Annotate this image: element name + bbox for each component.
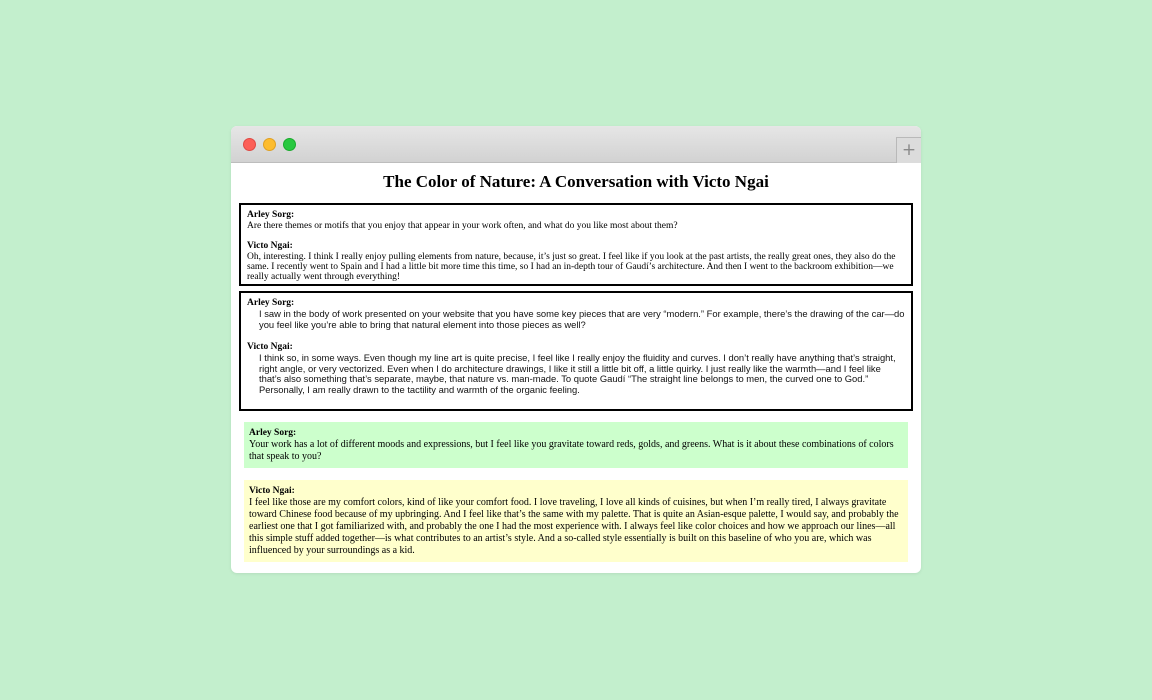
interview-block-sans: Arley Sorg: I saw in the body of work pr…	[239, 291, 913, 411]
answer-panel: Victo Ngai: I feel like those are my com…	[244, 480, 908, 562]
page-title: The Color of Nature: A Conversation with…	[383, 172, 769, 191]
question-speaker: Arley Sorg:	[247, 210, 295, 220]
question-text: Your work has a lot of different moods a…	[249, 439, 894, 462]
maximize-window-button[interactable]	[283, 138, 296, 151]
question-text: I saw in the body of work presented on y…	[259, 308, 905, 330]
browser-window: + The Color of Nature: A Conversation wi…	[231, 126, 921, 573]
question-text: Are there themes or motifs that you enjo…	[247, 221, 678, 231]
answer-speaker: Victo Ngai:	[247, 241, 293, 251]
new-tab-button[interactable]: +	[896, 137, 921, 163]
question-speaker: Arley Sorg:	[249, 428, 297, 438]
title-bar: +	[231, 126, 921, 163]
question-panel: Arley Sorg: Your work has a lot of diffe…	[244, 422, 908, 468]
answer-text: I feel like those are my comfort colors,…	[249, 497, 899, 556]
answer-text: Oh, interesting. I think I really enjoy …	[247, 252, 896, 282]
plus-icon: +	[901, 140, 917, 160]
page-content: The Color of Nature: A Conversation with…	[231, 163, 921, 573]
close-window-button[interactable]	[243, 138, 256, 151]
answer-speaker: Victo Ngai:	[249, 486, 295, 496]
answer-text: I think so, in some ways. Even though my…	[259, 352, 896, 395]
interview-block-serif: Arley Sorg: Are there themes or motifs t…	[239, 203, 913, 286]
minimize-window-button[interactable]	[263, 138, 276, 151]
